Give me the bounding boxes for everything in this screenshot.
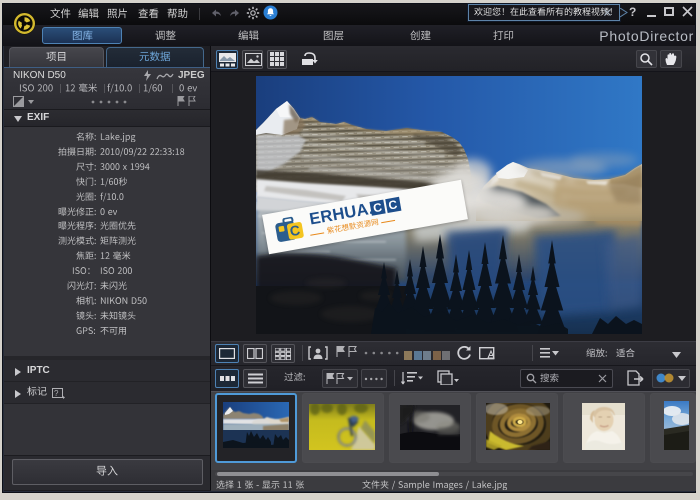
svg-text:?: ?: [54, 389, 59, 398]
